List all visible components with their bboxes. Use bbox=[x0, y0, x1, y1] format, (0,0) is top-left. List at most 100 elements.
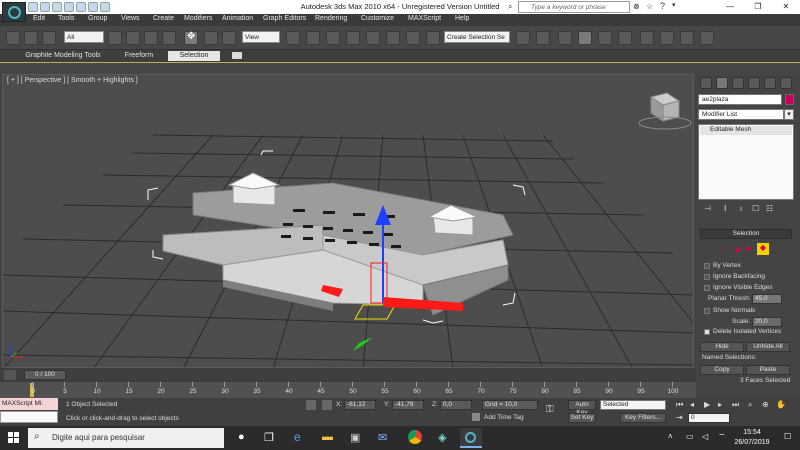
render-production-icon[interactable] bbox=[700, 31, 714, 45]
3dsmax-taskbar-icon[interactable] bbox=[460, 428, 482, 448]
face-icon[interactable]: ◢ bbox=[734, 244, 740, 253]
select-and-rotate-icon[interactable] bbox=[204, 31, 218, 45]
tray-expand-icon[interactable]: ˄ bbox=[668, 432, 673, 441]
open-mini-curve-editor-icon[interactable] bbox=[4, 370, 16, 380]
previous-frame-icon[interactable]: ◂ bbox=[690, 400, 694, 409]
motion-panel-icon[interactable] bbox=[748, 77, 760, 89]
menu-modifiers[interactable]: Modifiers bbox=[184, 15, 212, 22]
render-setup-icon[interactable] bbox=[660, 31, 674, 45]
select-and-move-icon[interactable]: ✥ bbox=[184, 31, 198, 45]
polygon-icon[interactable]: ■ bbox=[746, 244, 751, 253]
unlink-icon[interactable] bbox=[24, 31, 38, 45]
help-icon[interactable]: ? bbox=[660, 1, 665, 11]
hide-button[interactable]: Hide bbox=[700, 342, 744, 352]
tab-selection[interactable]: Selection bbox=[168, 51, 220, 61]
maxscript-input[interactable] bbox=[0, 411, 58, 423]
select-object-icon[interactable] bbox=[108, 31, 122, 45]
chrome-icon[interactable] bbox=[408, 430, 422, 444]
bind-space-warp-icon[interactable] bbox=[42, 31, 56, 45]
microphone-icon[interactable]: ● bbox=[238, 431, 245, 443]
ignore-visible-edges-checkbox[interactable] bbox=[704, 285, 710, 291]
clock-date[interactable]: 26/07/2019 bbox=[728, 439, 776, 446]
rendered-frame-icon[interactable] bbox=[680, 31, 694, 45]
task-view-icon[interactable]: ❐ bbox=[264, 431, 274, 444]
display-panel-icon[interactable] bbox=[764, 77, 776, 89]
perspective-viewport[interactable]: [ + ] [ Perspective ] [ Smooth + Highlig… bbox=[2, 74, 694, 368]
clock-time[interactable]: 15:54 bbox=[732, 429, 772, 436]
app-logo-icon[interactable] bbox=[2, 2, 26, 22]
paste-button[interactable]: Paste bbox=[746, 365, 790, 375]
object-name-field[interactable]: ae2plaza bbox=[698, 94, 782, 105]
binoculars-icon[interactable]: ⌕ bbox=[508, 2, 512, 12]
x-coord-field[interactable]: -61,12 bbox=[344, 400, 376, 410]
tab-freeform[interactable]: Freeform bbox=[116, 51, 162, 61]
unhide-all-button[interactable]: Unhide All bbox=[746, 342, 790, 352]
element-icon[interactable]: ◆ bbox=[757, 243, 769, 255]
ignore-backfacing-checkbox[interactable] bbox=[704, 274, 710, 280]
minimize-button[interactable]: — bbox=[720, 0, 740, 14]
zoom-all-icon[interactable]: ⊕ bbox=[762, 400, 769, 409]
curve-editor-icon[interactable] bbox=[598, 31, 612, 45]
help-search-input[interactable]: Type a keyword or phrase bbox=[518, 1, 630, 13]
select-by-name-icon[interactable] bbox=[126, 31, 140, 45]
named-selection-set-input[interactable]: Create Selection Se bbox=[444, 31, 510, 43]
notifications-icon[interactable]: ☐ bbox=[784, 432, 791, 441]
scale-spinner[interactable]: 20,0 bbox=[752, 317, 782, 327]
chevron-down-icon[interactable]: ▾ bbox=[784, 109, 794, 120]
chevron-down-icon[interactable]: ▾ bbox=[672, 1, 676, 9]
menu-create[interactable]: Create bbox=[153, 15, 174, 22]
ribbon-options-icon[interactable] bbox=[232, 52, 242, 59]
network-icon[interactable]: ▭ bbox=[686, 432, 694, 441]
store-icon[interactable]: ▣ bbox=[350, 431, 360, 444]
delete-isolated-checkbox[interactable] bbox=[704, 329, 710, 335]
next-frame-icon[interactable]: ▸ bbox=[718, 400, 722, 409]
align-icon[interactable] bbox=[536, 31, 550, 45]
pin-stack-icon[interactable]: ⊣ bbox=[704, 204, 711, 213]
auto-key-button[interactable]: Auto Key bbox=[568, 400, 596, 416]
hierarchy-panel-icon[interactable] bbox=[732, 77, 744, 89]
menu-animation[interactable]: Animation bbox=[222, 15, 253, 22]
go-to-end-icon[interactable]: ⏭ bbox=[732, 400, 739, 410]
menu-maxscript[interactable]: MAXScript bbox=[408, 15, 441, 22]
view-cube-icon[interactable] bbox=[638, 92, 692, 130]
file-explorer-icon[interactable]: ▬ bbox=[322, 431, 333, 443]
mail-icon[interactable]: ✉ bbox=[378, 431, 387, 444]
star-icon[interactable]: ☆ bbox=[646, 2, 653, 11]
snaps-toggle-icon[interactable] bbox=[346, 31, 360, 45]
modify-panel-icon[interactable] bbox=[716, 77, 728, 89]
selection-rollout-header[interactable]: Selection bbox=[700, 229, 792, 239]
angle-snap-icon[interactable] bbox=[366, 31, 380, 45]
select-manipulate-icon[interactable] bbox=[306, 31, 320, 45]
play-icon[interactable]: ▶ bbox=[704, 400, 710, 409]
planar-thresh-spinner[interactable]: 45,0 bbox=[752, 294, 782, 304]
material-editor-icon[interactable] bbox=[640, 31, 654, 45]
menu-help[interactable]: Help bbox=[455, 15, 469, 22]
by-vertex-checkbox[interactable] bbox=[704, 263, 710, 269]
show-normals-checkbox[interactable] bbox=[704, 308, 710, 314]
menu-graph-editors[interactable]: Graph Editors bbox=[263, 15, 306, 22]
edge-icon[interactable]: ⁄ bbox=[722, 244, 723, 253]
remove-modifier-icon[interactable]: ☐ bbox=[752, 204, 759, 213]
mirror-icon[interactable] bbox=[516, 31, 530, 45]
taskbar-search-box[interactable]: ⌕ Digite aqui para pesquisar bbox=[28, 428, 224, 448]
modifier-list-dropdown[interactable]: Modifier List bbox=[698, 109, 784, 120]
pan-icon[interactable]: ✋ bbox=[776, 400, 786, 409]
set-key-button[interactable]: Set Key bbox=[568, 413, 596, 423]
windows-start-icon[interactable] bbox=[8, 432, 20, 444]
y-coord-field[interactable]: -41,79 bbox=[392, 400, 424, 410]
time-slider-thumb[interactable]: 0 / 100 bbox=[24, 370, 66, 380]
object-color-swatch[interactable] bbox=[785, 94, 794, 105]
graphite-modeling-icon[interactable] bbox=[578, 31, 592, 45]
track-bar[interactable]: 0 5 10 15 20 25 30 35 40 45 50 55 60 65 70 75 80 85 90 95 10… bbox=[0, 382, 696, 398]
spinner-snap-icon[interactable] bbox=[406, 31, 420, 45]
absolute-mode-icon[interactable] bbox=[322, 400, 332, 410]
info-center-icon[interactable]: ⊗ bbox=[633, 2, 640, 11]
utilities-panel-icon[interactable] bbox=[780, 77, 792, 89]
stack-item[interactable]: Editable Mesh bbox=[700, 126, 792, 135]
add-time-tag-button[interactable]: Add Time Tag bbox=[484, 414, 524, 421]
select-and-scale-icon[interactable] bbox=[222, 31, 236, 45]
menu-group[interactable]: Group bbox=[88, 15, 107, 22]
menu-rendering[interactable]: Rendering bbox=[315, 15, 347, 22]
maximize-button[interactable]: ❐ bbox=[748, 0, 768, 14]
go-to-start-icon[interactable]: ⏮ bbox=[676, 400, 683, 410]
